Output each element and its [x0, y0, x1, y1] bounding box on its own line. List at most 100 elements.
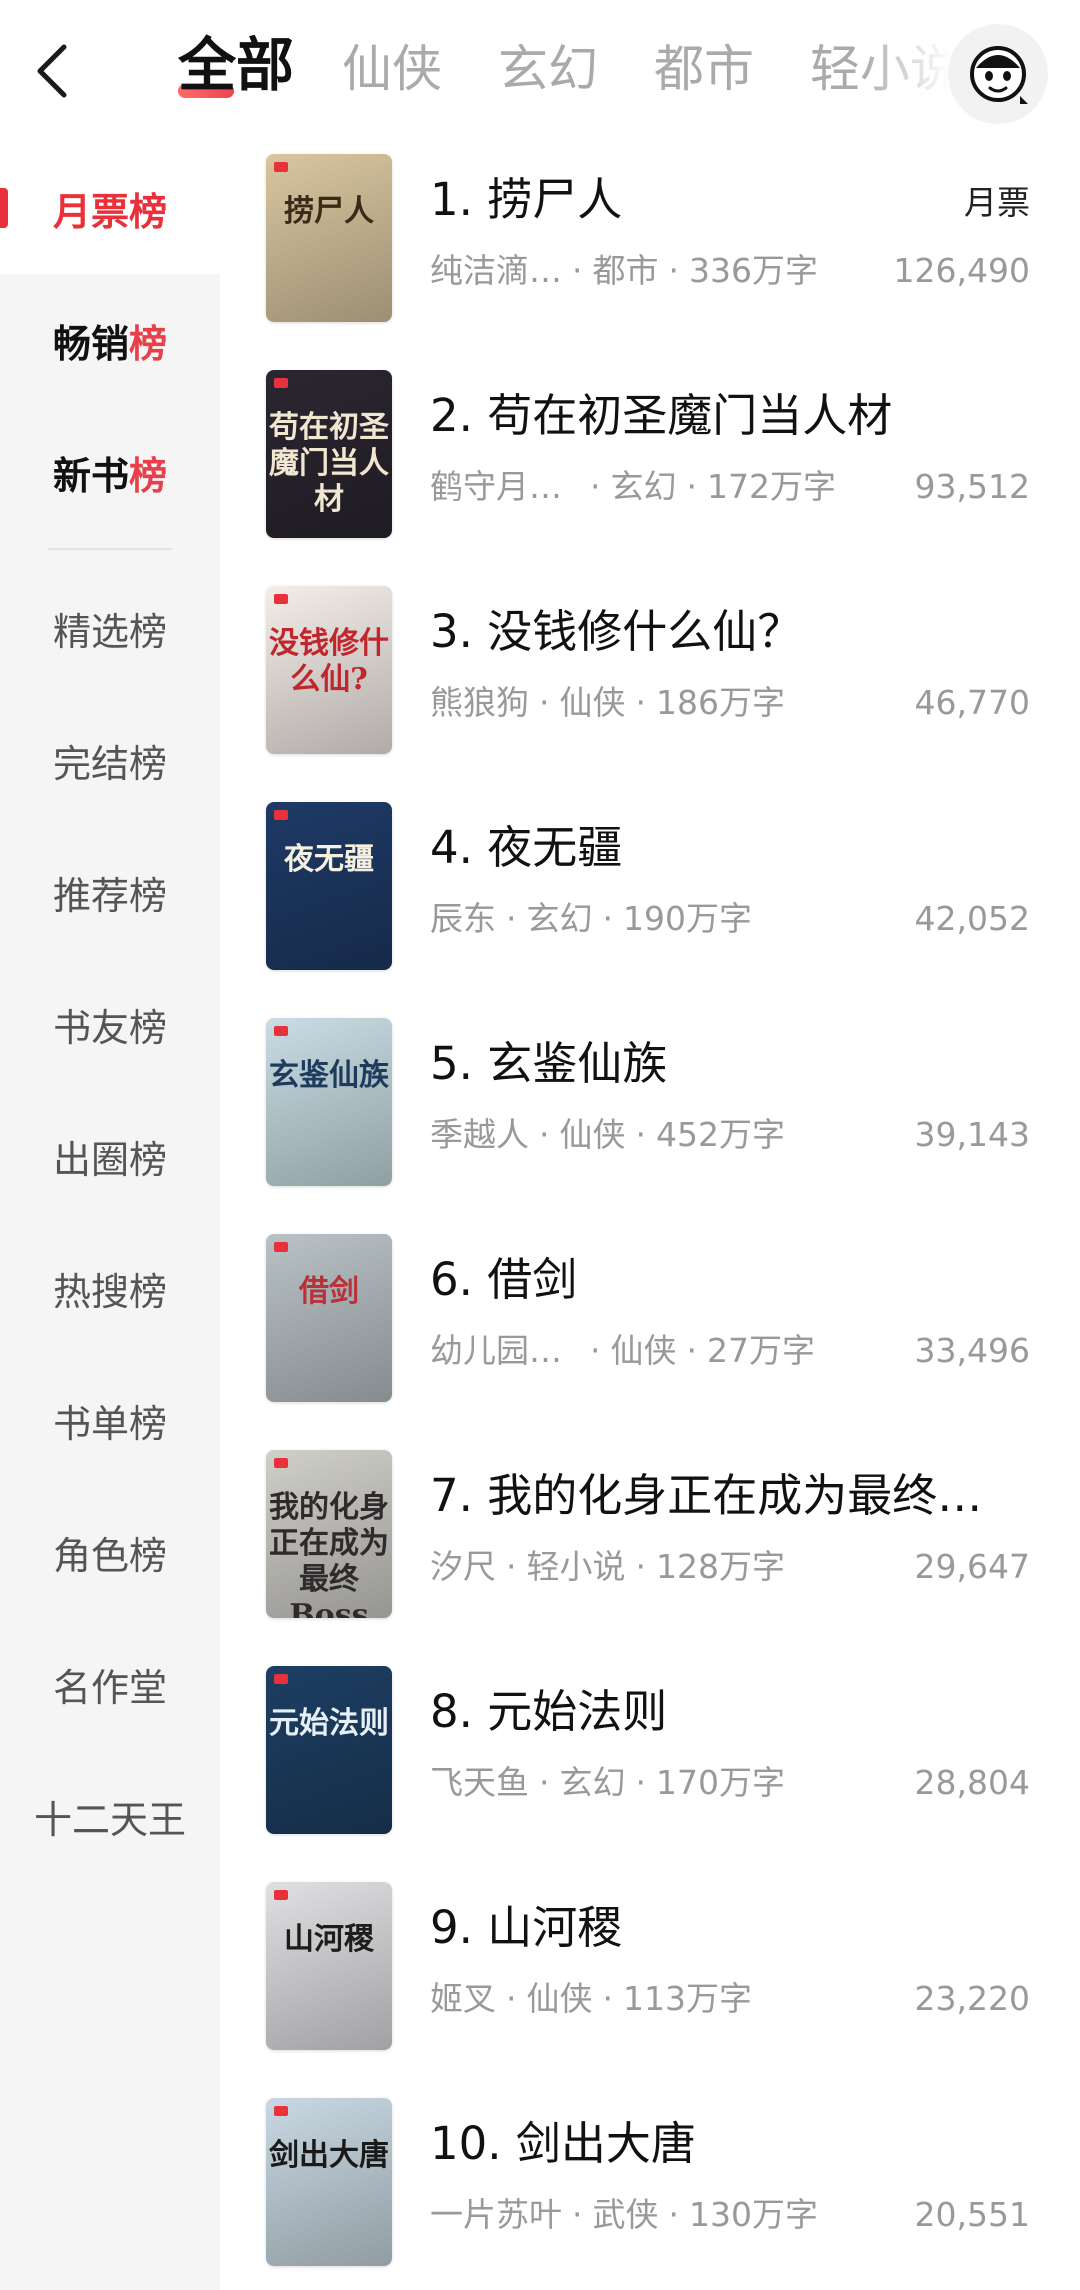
book-cover-title: 夜无疆 — [284, 842, 374, 877]
sidebar-item-selected[interactable]: 精选榜 — [0, 562, 220, 694]
book-title[interactable]: 8. 元始法则 — [430, 1682, 1050, 1742]
separator-dot: · — [686, 467, 698, 506]
book-row[interactable]: 苟在初圣魔门当人材 2. 苟在初圣魔门当人材 鹤守月满池 · 玄幻 · 172万字 93,51… — [220, 364, 1080, 580]
sidebar-item-hot-search[interactable]: 热搜榜 — [0, 1222, 220, 1354]
sidebar-item-new-books[interactable]: 新书榜 — [0, 406, 220, 538]
avatar[interactable] — [948, 24, 1048, 124]
sidebar-item-label: 名作堂 — [52, 1665, 167, 1710]
back-button[interactable] — [22, 38, 82, 104]
book-author: 熊狼狗 — [430, 683, 529, 722]
book-cover[interactable]: 玄鉴仙族 — [266, 1018, 392, 1186]
book-title[interactable]: 9. 山河稷 — [430, 1898, 1050, 1958]
book-genre: 都市 — [592, 251, 659, 290]
book-row[interactable]: 山河稷 9. 山河稷 姬叉 · 仙侠 · 113万字 23,220 — [220, 1876, 1080, 2092]
book-row[interactable]: 我的化身正在成为最终Boss 7. 我的化身正在成为最终… 汐尺 · 轻小说 · 128万字… — [220, 1444, 1080, 1660]
book-row[interactable]: 元始法则 8. 元始法则 飞天鱼 · 玄幻 · 170万字 28,804 — [220, 1660, 1080, 1876]
separator-dot: · — [539, 683, 550, 722]
tab-xuanhuan[interactable]: 玄幻 — [498, 36, 598, 102]
separator-dot: · — [572, 2195, 583, 2234]
separator-dot: · — [506, 899, 517, 938]
book-row[interactable]: 剑出大唐 10. 剑出大唐 一片苏叶 · 武侠 · 130万字 20,551 — [220, 2092, 1080, 2290]
monthly-ticket-count: 23,220 — [914, 1979, 1030, 2018]
book-title[interactable]: 7. 我的化身正在成为最终… — [430, 1466, 1050, 1526]
book-row[interactable]: 玄鉴仙族 5. 玄鉴仙族季越人 · 仙侠 · 452万字 39,143 — [220, 1012, 1080, 1228]
tab-dushi[interactable]: 都市 — [654, 36, 754, 102]
book-genre: 玄幻 — [526, 899, 593, 938]
book-row[interactable]: 夜无疆 4. 夜无疆辰东 · 玄幻 · 190万字 42,052 — [220, 796, 1080, 1012]
sidebar-item-booklist[interactable]: 书单榜 — [0, 1354, 220, 1486]
sidebar-item-bestseller[interactable]: 畅销榜 — [0, 274, 220, 406]
book-row[interactable]: 借剑 6. 借剑 幼儿园一… · 仙侠 · 27万字 33,496 — [220, 1228, 1080, 1444]
book-word-count: 336万字 — [689, 251, 818, 290]
monthly-ticket-count: 42,052 — [914, 899, 1030, 938]
sidebar-item-reader-friends[interactable]: 书友榜 — [0, 958, 220, 1090]
separator-dot: · — [506, 1979, 517, 2018]
book-author: 纯洁滴… — [430, 251, 562, 290]
publisher-badge-icon — [274, 378, 288, 388]
book-meta: 季越人 · 仙侠 · 452万字 — [430, 1112, 900, 1158]
book-cover[interactable]: 山河稷 — [266, 1882, 392, 2050]
sidebar-item-label: 十二天王 — [33, 1797, 186, 1842]
book-meta: 熊狼狗 · 仙侠 · 186万字 — [430, 680, 900, 726]
book-row[interactable]: 捞尸人 1. 捞尸人 纯洁滴… · 都市 · 336万字 126,490 — [220, 148, 1080, 364]
book-title[interactable]: 10. 剑出大唐 — [430, 2114, 1050, 2174]
book-title[interactable]: 6. 借剑 — [430, 1250, 1050, 1310]
publisher-badge-icon — [274, 1674, 288, 1684]
book-meta: 幼儿园一… · 仙侠 · 27万字 — [430, 1328, 900, 1374]
tab-all[interactable]: 全部 — [178, 32, 294, 98]
monthly-ticket-count: 126,490 — [893, 251, 1030, 290]
book-cover-title: 元始法则 — [269, 1706, 389, 1741]
book-cover-title: 我的化身正在成为最终Boss — [269, 1490, 389, 1618]
sidebar-item-masterpiece[interactable]: 名作堂 — [0, 1618, 220, 1750]
book-title[interactable]: 1. 捞尸人 — [430, 170, 1050, 230]
sidebar-item-recommended[interactable]: 推荐榜 — [0, 826, 220, 958]
monthly-ticket-count: 29,647 — [914, 1547, 1030, 1586]
book-cover[interactable]: 借剑 — [266, 1234, 392, 1402]
separator-dot: · — [602, 1979, 614, 2018]
book-genre: 玄幻 — [610, 467, 677, 506]
publisher-badge-icon — [274, 162, 288, 172]
book-title[interactable]: 3. 没钱修什么仙？ — [430, 602, 1050, 662]
book-title[interactable]: 5. 玄鉴仙族 — [430, 1034, 1050, 1094]
sidebar-item-label: 书单榜 — [52, 1401, 167, 1446]
book-cover[interactable]: 没钱修什么仙? — [266, 586, 392, 754]
sidebar-item-label: 完结榜 — [52, 741, 167, 786]
sidebar-item-character[interactable]: 角色榜 — [0, 1486, 220, 1618]
book-genre: 仙侠 — [526, 1979, 593, 2018]
book-word-count: 113万字 — [623, 1979, 752, 2018]
book-row[interactable]: 没钱修什么仙? 3. 没钱修什么仙？ 熊狼狗 · 仙侠 · 186万字 46,770 — [220, 580, 1080, 796]
sidebar-item-twelve-kings[interactable]: 十二天王 — [0, 1750, 220, 1882]
book-meta: 鹤守月满池 · 玄幻 · 172万字 — [430, 464, 900, 510]
separator-dot: · — [506, 1547, 517, 1586]
sidebar-item-monthly-ticket[interactable]: 月票榜 — [0, 142, 220, 274]
top-bar: 全部 仙侠 玄幻 都市 轻小说 — [0, 0, 1080, 142]
book-meta: 辰东 · 玄幻 · 190万字 — [430, 896, 900, 942]
book-title[interactable]: 2. 苟在初圣魔门当人材 — [430, 386, 1050, 446]
book-cover[interactable]: 元始法则 — [266, 1666, 392, 1834]
sidebar-item-label: 角色榜 — [52, 1533, 167, 1578]
book-genre: 轻小说 — [526, 1547, 626, 1586]
sidebar-item-completed[interactable]: 完结榜 — [0, 694, 220, 826]
book-word-count: 170万字 — [656, 1763, 785, 1802]
sidebar-item-suffix: 榜 — [129, 321, 168, 366]
book-author: 飞天鱼 — [430, 1763, 529, 1802]
tab-xianxia[interactable]: 仙侠 — [342, 36, 442, 102]
separator-dot: · — [539, 1115, 550, 1154]
sidebar-item-breakout[interactable]: 出圈榜 — [0, 1090, 220, 1222]
separator-dot: · — [590, 467, 601, 506]
book-title[interactable]: 4. 夜无疆 — [430, 818, 1050, 878]
sidebar-item-suffix: 榜 — [129, 189, 168, 234]
book-cover[interactable]: 苟在初圣魔门当人材 — [266, 370, 392, 538]
sidebar-divider — [48, 548, 172, 550]
book-cover[interactable]: 捞尸人 — [266, 154, 392, 322]
separator-dot: · — [686, 1331, 698, 1370]
book-cover-title: 借剑 — [299, 1274, 359, 1309]
publisher-badge-icon — [274, 594, 288, 604]
category-tabs: 全部 仙侠 玄幻 都市 轻小说 — [170, 0, 950, 142]
monthly-ticket-count: 39,143 — [914, 1115, 1030, 1154]
book-genre: 玄幻 — [559, 1763, 626, 1802]
book-cover[interactable]: 剑出大唐 — [266, 2098, 392, 2266]
book-cover[interactable]: 我的化身正在成为最终Boss — [266, 1450, 392, 1618]
monkey-avatar-icon — [970, 46, 1028, 104]
book-cover[interactable]: 夜无疆 — [266, 802, 392, 970]
